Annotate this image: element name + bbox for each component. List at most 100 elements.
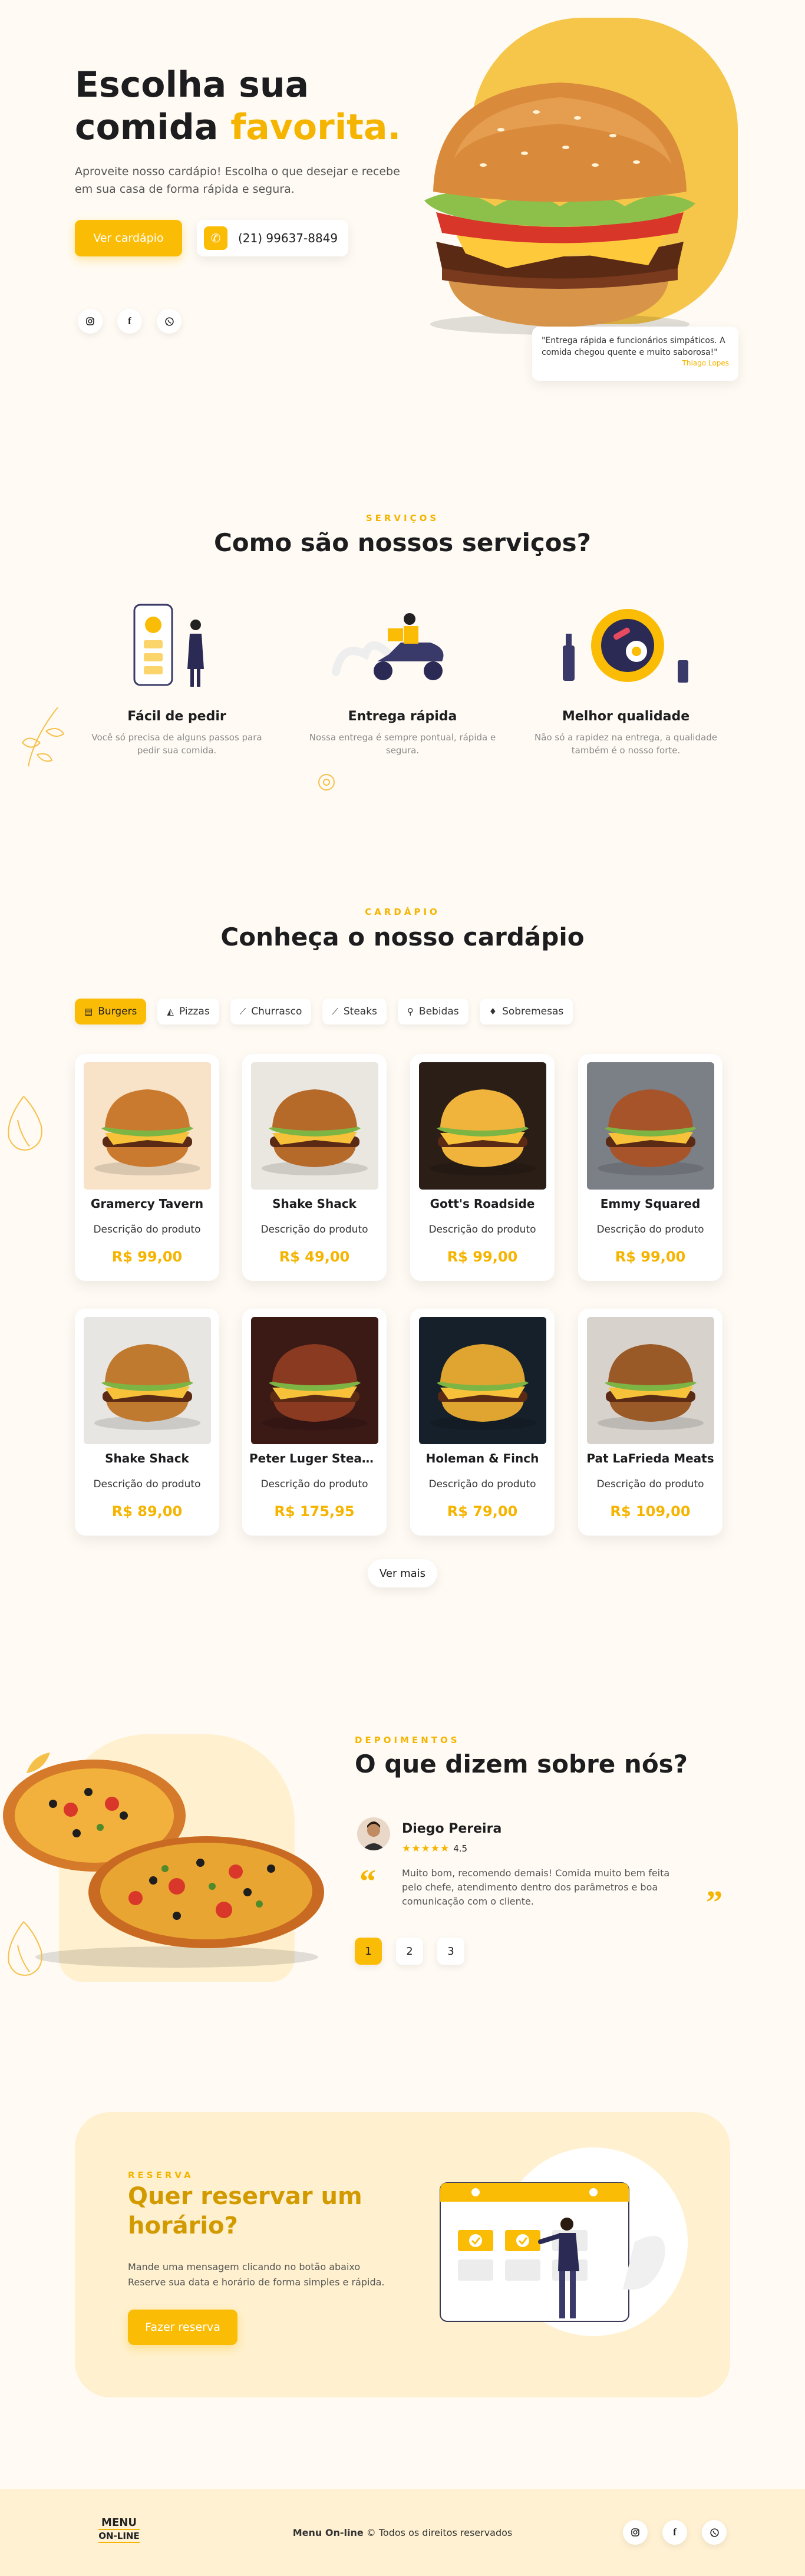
service-text: Você só precisa de alguns passos para pe… — [91, 732, 262, 756]
product-card[interactable]: Shake Shack Descrição do produto R$ 49,00 — [242, 1054, 387, 1281]
tab-label: Steaks — [343, 1006, 377, 1017]
product-price: R$ 109,00 — [610, 1503, 691, 1520]
services-title: Como são nossos serviços? — [213, 528, 592, 557]
tab-label: Pizzas — [179, 1006, 210, 1017]
hero-quote-author: Thiago Lopes — [682, 359, 729, 367]
testimonial-text: Muito bom, recomendo demais! Comida muit… — [402, 1867, 670, 1907]
product-card[interactable]: Peter Luger Steak H... Descrição do produ… — [242, 1309, 387, 1536]
services-eyebrow: SERVIÇOS — [365, 513, 440, 523]
product-name: Peter Luger Steak H... — [249, 1451, 387, 1465]
hero-quote-card: "Entrega rápida e funcionários simpático… — [532, 327, 738, 381]
product-name: Holeman & Finch — [425, 1451, 539, 1465]
service-title: Melhor qualidade — [562, 709, 690, 724]
page-button-3[interactable]: 3 — [437, 1938, 464, 1965]
product-description: Descrição do produto — [93, 1478, 201, 1490]
product-image — [586, 1062, 714, 1190]
fast-delivery-illustration — [332, 613, 444, 680]
page-button-2[interactable]: 2 — [396, 1938, 423, 1965]
ring-decoration-icon — [318, 774, 335, 790]
product-price: R$ 99,00 — [111, 1249, 183, 1265]
service-title: Fácil de pedir — [127, 709, 226, 724]
tab-label: Churrasco — [251, 1006, 302, 1017]
reservation-section: RESERVA Quer reservar um horário? Mande … — [75, 2112, 730, 2397]
facebook-icon[interactable]: f — [662, 2520, 687, 2545]
menu-title: Conheça o nosso cardápio — [220, 923, 585, 951]
testimonials-title: O que dizem sobre nós? — [355, 1750, 688, 1778]
service-text: Não só a rapidez na entrega, a qualidade… — [535, 732, 717, 756]
menu-eyebrow: CARDÁPIO — [365, 907, 440, 917]
onion-decoration-icon — [8, 1096, 42, 1151]
tab-bebidas[interactable]: ⚲ Bebidas — [397, 999, 469, 1025]
product-name: Shake Shack — [105, 1451, 189, 1465]
whatsapp-icon[interactable] — [702, 2520, 727, 2545]
star-rating-icon: ★★★★★ — [402, 1843, 450, 1854]
hero-title: Escolha sua comida favorita. — [75, 64, 401, 149]
hero-title-line2: comida — [75, 107, 231, 148]
product-name: Gott's Roadside — [430, 1197, 535, 1211]
product-image — [586, 1317, 714, 1444]
tab-sobremesas[interactable]: ♦ Sobremesas — [479, 999, 573, 1025]
phone-number: (21) 99637-8849 — [238, 231, 338, 245]
view-menu-button[interactable]: Ver cardápio — [75, 220, 182, 256]
leaf-decoration-icon — [27, 1753, 50, 1773]
leaf-decoration-icon — [21, 707, 65, 767]
product-card[interactable]: Shake Shack Descrição do produto R$ 89,00 — [75, 1309, 219, 1536]
product-card[interactable]: Emmy Squared Descrição do produto R$ 99,00 — [578, 1054, 722, 1281]
tab-steaks[interactable]: ⟋ Steaks — [322, 999, 387, 1025]
product-description: Descrição do produto — [260, 1224, 368, 1236]
instagram-icon[interactable] — [623, 2520, 648, 2545]
whatsapp-icon[interactable] — [157, 309, 182, 334]
product-price: R$ 175,95 — [274, 1503, 355, 1520]
reservation-title: Quer reservar um horário? — [128, 2182, 362, 2241]
tab-label: Bebidas — [418, 1006, 459, 1017]
rating-value: 4.5 — [453, 1843, 468, 1854]
grill-icon: ⟋ — [239, 1006, 246, 1017]
hero-title-highlight: favorita. — [230, 107, 401, 148]
footer-rights: © Todos os direitos reservados — [363, 2527, 513, 2538]
page-button-1[interactable]: 1 — [355, 1938, 382, 1965]
see-more-button[interactable]: Ver mais — [368, 1559, 437, 1587]
steak-icon: ⟋ — [332, 1006, 338, 1017]
footer-brand: Menu On-line — [292, 2527, 364, 2538]
product-description: Descrição do produto — [93, 1224, 201, 1236]
reservation-title-line1: Quer reservar um — [128, 2183, 362, 2210]
rating: ★★★★★ 4.5 — [402, 1843, 467, 1854]
reservation-title-line2: horário? — [128, 2212, 238, 2239]
phone-button[interactable]: ✆ (21) 99637-8849 — [197, 220, 348, 256]
drink-icon: ⚲ — [407, 1006, 414, 1017]
product-image — [83, 1317, 211, 1444]
calendar-illustration — [440, 2182, 665, 2322]
product-card[interactable]: Pat LaFrieda Meats Descrição do produto R$… — [578, 1309, 722, 1536]
product-image — [418, 1062, 546, 1190]
product-card[interactable]: Holeman & Finch Descrição do produto R$ 79… — [410, 1309, 555, 1536]
product-price: R$ 89,00 — [111, 1503, 183, 1520]
make-reservation-button[interactable]: Fazer reserva — [128, 2310, 237, 2345]
pizza-image — [3, 1760, 324, 1968]
hero-quote-text: "Entrega rápida e funcionários simpático… — [542, 336, 725, 357]
product-image — [83, 1062, 211, 1190]
hero-title-line1: Escolha sua — [75, 64, 309, 106]
service-title: Entrega rápida — [348, 709, 457, 724]
service-item-best-quality: Melhor qualidade Não só a rapidez na ent… — [532, 709, 720, 757]
product-name: Gramercy Tavern — [90, 1197, 204, 1211]
product-description: Descrição do produto — [428, 1224, 536, 1236]
tab-churrasco[interactable]: ⟋ Churrasco — [230, 999, 312, 1025]
tab-burgers[interactable]: ▤ Burgers — [75, 999, 147, 1025]
product-image — [250, 1062, 378, 1190]
product-description: Descrição do produto — [260, 1478, 368, 1490]
pizza-icon: ◭ — [167, 1006, 174, 1017]
hero-subtitle: Aproveite nosso cardápio! Escolha o que … — [75, 165, 400, 196]
product-name: Shake Shack — [272, 1197, 357, 1211]
product-description: Descrição do produto — [596, 1224, 704, 1236]
facebook-icon[interactable]: f — [117, 309, 142, 334]
hero-burger-image — [424, 83, 695, 335]
tab-pizzas[interactable]: ◭ Pizzas — [157, 999, 219, 1025]
instagram-icon[interactable] — [78, 309, 103, 334]
product-image — [250, 1317, 378, 1444]
product-card[interactable]: Gramercy Tavern Descrição do produto R$ 99… — [75, 1054, 219, 1281]
reviewer-name: Diego Pereira — [402, 1821, 502, 1836]
product-card[interactable]: Gott's Roadside Descrição do produto R$ 99… — [410, 1054, 555, 1281]
service-item-fast-delivery: Entrega rápida Nossa entrega é sempre po… — [308, 709, 497, 757]
testimonials-eyebrow: DEPOIMENTOS — [355, 1735, 460, 1745]
product-description: Descrição do produto — [596, 1478, 704, 1490]
